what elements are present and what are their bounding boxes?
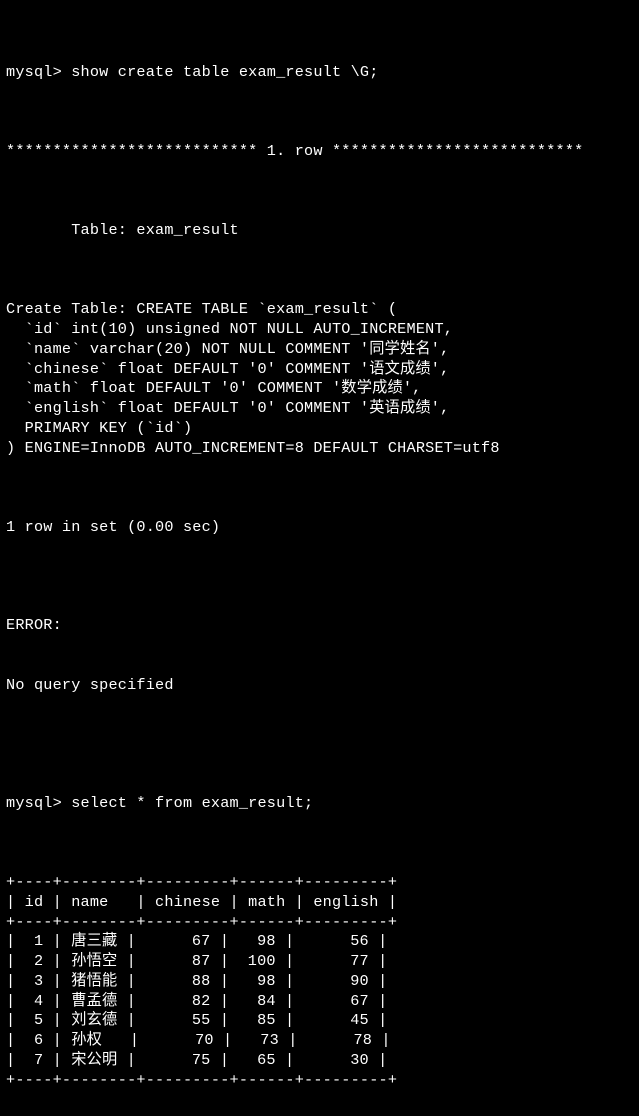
create-table-line: `name` varchar(20) NOT NULL COMMENT '同学姓… <box>6 340 633 360</box>
error-body: No query specified <box>6 676 633 696</box>
error-head: ERROR: <box>6 616 633 636</box>
table-row: | 4 | 曹孟德 | 82 | 84 | 67 | <box>6 992 633 1012</box>
create-table-line: Create Table: CREATE TABLE `exam_result`… <box>6 300 633 320</box>
table-row: | 2 | 孙悟空 | 87 | 100 | 77 | <box>6 952 633 972</box>
table-row: | 6 | 孙权 | 70 | 73 | 78 | <box>6 1031 633 1051</box>
command-text-1: show create table exam_result \G; <box>71 63 378 81</box>
create-table-block: Create Table: CREATE TABLE `exam_result`… <box>6 300 633 458</box>
table-border: +----+--------+---------+------+--------… <box>6 1071 633 1091</box>
terminal-output: mysql> show create table exam_result \G;… <box>0 0 639 1116</box>
table-header-row: | id | name | chinese | math | english | <box>6 893 633 913</box>
create-table-line: PRIMARY KEY (`id`) <box>6 419 633 439</box>
table-row: | 5 | 刘玄德 | 55 | 85 | 45 | <box>6 1011 633 1031</box>
timing-1: 1 row in set (0.00 sec) <box>6 518 633 538</box>
mysql-prompt: mysql> <box>6 63 71 81</box>
create-table-line: `id` int(10) unsigned NOT NULL AUTO_INCR… <box>6 320 633 340</box>
table-label-line: Table: exam_result <box>6 221 633 241</box>
create-table-line: `english` float DEFAULT '0' COMMENT '英语成… <box>6 399 633 419</box>
table-row: | 7 | 宋公明 | 75 | 65 | 30 | <box>6 1051 633 1071</box>
table-label: Table: <box>6 221 136 239</box>
row-separator: *************************** 1. row *****… <box>6 142 633 162</box>
table-border: +----+--------+---------+------+--------… <box>6 913 633 933</box>
table-name: exam_result <box>136 221 238 239</box>
create-table-line: `math` float DEFAULT '0' COMMENT '数学成绩', <box>6 379 633 399</box>
table-row: | 1 | 唐三藏 | 67 | 98 | 56 | <box>6 932 633 952</box>
result-table: +----+--------+---------+------+--------… <box>6 873 633 1090</box>
mysql-prompt-2: mysql> <box>6 794 71 812</box>
command-text-2: select * from exam_result; <box>71 794 313 812</box>
table-row: | 3 | 猪悟能 | 88 | 98 | 90 | <box>6 972 633 992</box>
create-table-line: ) ENGINE=InnoDB AUTO_INCREMENT=8 DEFAULT… <box>6 439 633 459</box>
command-line-1[interactable]: mysql> show create table exam_result \G; <box>6 63 633 83</box>
table-border: +----+--------+---------+------+--------… <box>6 873 633 893</box>
command-line-2[interactable]: mysql> select * from exam_result; <box>6 794 633 814</box>
create-table-line: `chinese` float DEFAULT '0' COMMENT '语文成… <box>6 360 633 380</box>
